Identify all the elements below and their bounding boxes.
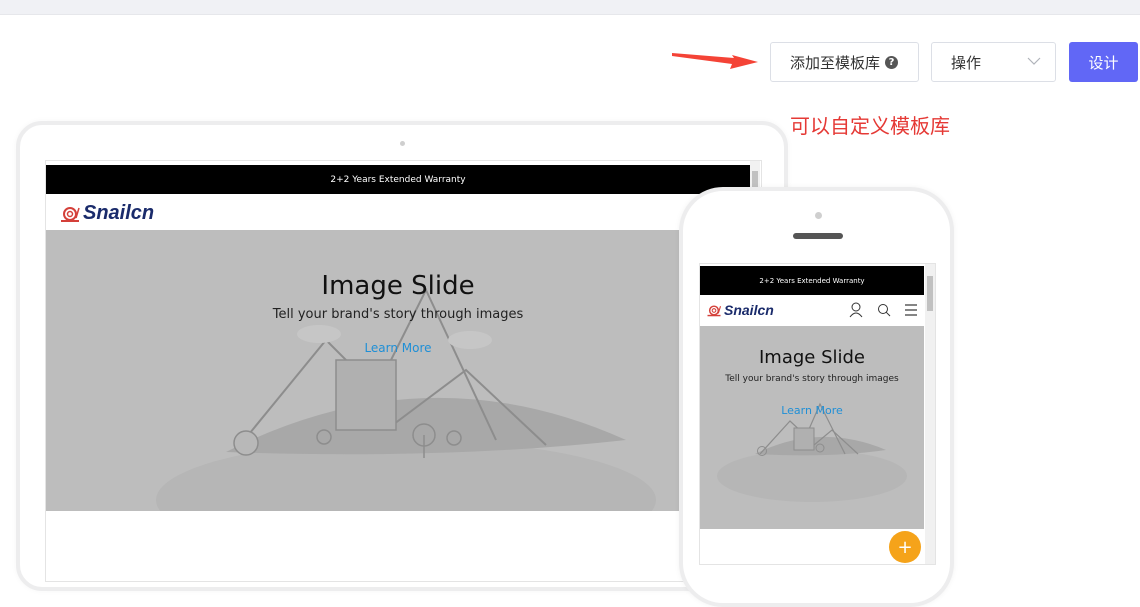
design-label: 设计 <box>1088 53 1119 72</box>
mobile-camera-dot <box>815 212 822 219</box>
mobile-preview-screen: 2+2 Years Extended Warranty Snailcn Imag… <box>699 263 936 565</box>
logo-text: Snailcn <box>83 202 155 224</box>
mobile-hero-learn-more-link[interactable]: Learn More <box>700 404 924 417</box>
annotation-note: 可以自定义模板库 <box>790 114 950 138</box>
mobile-hero-subtitle: Tell your brand's story through images <box>725 374 899 384</box>
add-to-template-library-button[interactable]: 添加至模板库 ? <box>770 42 919 82</box>
snail-logo-icon <box>61 206 80 222</box>
mobile-announcement-bar: 2+2 Years Extended Warranty <box>700 266 924 295</box>
mobile-logo-text: Snailcn <box>724 302 774 318</box>
add-section-fab[interactable]: + <box>889 531 921 563</box>
user-icon[interactable] <box>849 302 863 318</box>
mobile-scrollbar-thumb[interactable] <box>927 276 933 311</box>
mobile-scrollbar[interactable] <box>925 264 935 564</box>
mobile-hero-title: Image Slide <box>758 347 866 368</box>
search-icon[interactable] <box>877 303 891 317</box>
hero-learn-more-link[interactable]: Learn More <box>46 341 750 355</box>
red-arrow-pointer <box>672 53 758 69</box>
menu-icon[interactable] <box>904 304 918 316</box>
mobile-store-logo[interactable]: Snailcn <box>706 302 774 318</box>
add-to-template-library-label: 添加至模板库 <box>790 53 881 72</box>
announcement-text: 2+2 Years Extended Warranty <box>330 174 466 185</box>
operations-dropdown[interactable]: 操作 <box>931 42 1056 82</box>
top-bar <box>0 0 1140 15</box>
mobile-announcement-text: 2+2 Years Extended Warranty <box>759 276 865 285</box>
desktop-preview-screen: 2+2 Years Extended Warranty Snailcn Imag… <box>45 160 762 582</box>
mobile-speaker-bar <box>793 233 843 239</box>
image-slide-hero: Image Slide Tell your brand's story thro… <box>46 230 750 511</box>
announcement-bar: 2+2 Years Extended Warranty <box>46 165 750 194</box>
hero-subtitle: Tell your brand's story through images <box>272 307 524 322</box>
operations-label: 操作 <box>951 53 982 72</box>
snail-logo-icon <box>707 304 722 316</box>
help-icon[interactable]: ? <box>885 55 899 69</box>
desktop-camera-dot <box>400 141 405 146</box>
mobile-image-slide-hero: Image Slide Tell your brand's story thro… <box>700 326 924 529</box>
store-logo[interactable]: Snailcn <box>59 202 154 225</box>
hero-title: Image Slide <box>321 271 475 301</box>
chevron-down-icon <box>1027 57 1041 65</box>
design-button[interactable]: 设计 <box>1069 42 1138 82</box>
